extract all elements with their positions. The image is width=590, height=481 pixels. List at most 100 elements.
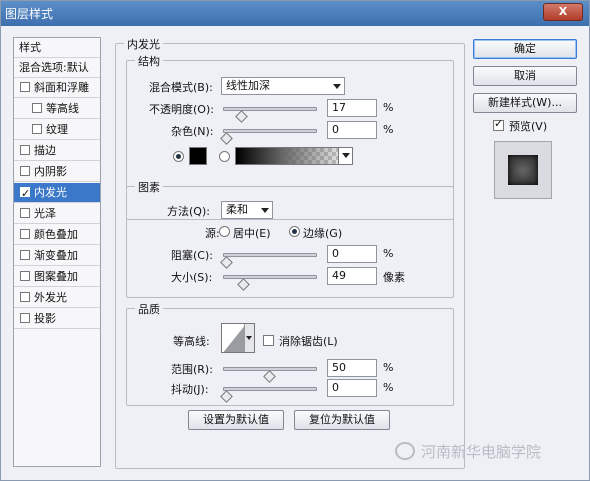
style-item[interactable]: 渐变叠加: [14, 246, 100, 266]
choke-percent: %: [383, 247, 394, 260]
noise-percent: %: [383, 123, 394, 136]
size-unit: 像素: [383, 271, 405, 284]
style-item-label: 光泽: [34, 207, 56, 220]
style-item[interactable]: 光泽: [14, 204, 100, 224]
wechat-icon: [395, 442, 415, 460]
style-preview: [494, 141, 552, 199]
choke-slider-thumb[interactable]: [220, 256, 233, 269]
style-item-label: 等高线: [46, 102, 79, 115]
style-item-label: 渐变叠加: [34, 249, 78, 262]
chevron-down-icon[interactable]: [244, 324, 254, 352]
preview-label[interactable]: 预览(V): [509, 118, 547, 134]
watermark-text: 河南新华电脑学院: [421, 443, 542, 461]
opacity-percent: %: [383, 101, 394, 114]
jitter-slider[interactable]: [220, 387, 317, 403]
contour-picker[interactable]: [221, 323, 255, 353]
jitter-label: 抖动(J):: [171, 383, 209, 396]
style-item-label: 颜色叠加: [34, 228, 78, 241]
style-item[interactable]: 颜色叠加: [14, 225, 100, 245]
new-style-button[interactable]: 新建样式(W)...: [473, 93, 577, 113]
choke-slider[interactable]: [220, 253, 317, 269]
style-item-label: 内阴影: [34, 165, 67, 178]
reset-default-button[interactable]: 复位为默认值: [294, 410, 390, 430]
style-item-checkbox[interactable]: [20, 313, 30, 323]
style-item-label: 斜面和浮雕: [34, 81, 89, 94]
choke-input[interactable]: 0: [327, 245, 377, 263]
style-item-label: 内发光: [34, 186, 67, 199]
style-item-checkbox[interactable]: [20, 184, 30, 202]
blend-mode-select[interactable]: 线性加深: [221, 77, 345, 95]
style-item-checkbox[interactable]: [20, 208, 30, 218]
noise-slider[interactable]: [220, 129, 317, 145]
opacity-slider[interactable]: [223, 107, 317, 123]
style-item-checkbox[interactable]: [20, 145, 30, 155]
style-item[interactable]: 内阴影: [14, 162, 100, 182]
elements-group: 图素 方法(Q): 柔和 源: 居中(E) 边缘(G) 阻塞(C): 0 % 大…: [126, 179, 454, 298]
noise-label: 杂色(N):: [171, 125, 214, 138]
noise-input[interactable]: 0: [327, 121, 377, 139]
style-item[interactable]: 纹理: [14, 120, 100, 140]
inner-glow-group: 内发光 结构 混合模式(B): 线性加深 不透明度(O): 17 % 杂色(N)…: [115, 36, 465, 469]
contour-curve-icon: [223, 324, 246, 352]
close-button[interactable]: X: [543, 3, 583, 21]
make-default-button[interactable]: 设置为默认值: [188, 410, 284, 430]
size-input[interactable]: 49: [327, 267, 377, 285]
size-slider[interactable]: [223, 275, 317, 291]
source-center-label[interactable]: 居中(E): [233, 225, 271, 241]
styles-list: 样式 混合选项:默认 斜面和浮雕等高线纹理描边内阴影内发光光泽颜色叠加渐变叠加图…: [13, 37, 101, 467]
style-item-checkbox[interactable]: [32, 124, 42, 134]
range-label: 范围(R):: [171, 363, 213, 376]
chevron-down-icon: [333, 84, 341, 89]
cancel-button[interactable]: 取消: [473, 66, 577, 86]
style-item-checkbox[interactable]: [20, 229, 30, 239]
blend-mode-value: 线性加深: [226, 79, 270, 92]
gradient-picker[interactable]: [235, 147, 353, 165]
range-percent: %: [383, 361, 394, 374]
style-item-checkbox[interactable]: [32, 103, 42, 113]
range-slider[interactable]: [223, 367, 317, 383]
chevron-down-icon[interactable]: [338, 148, 352, 164]
opacity-slider-thumb[interactable]: [234, 110, 248, 123]
jitter-input[interactable]: 0: [327, 379, 377, 397]
style-item[interactable]: 图案叠加: [14, 267, 100, 287]
source-center-radio[interactable]: [219, 226, 230, 237]
ok-button[interactable]: 确定: [473, 39, 577, 59]
range-input[interactable]: 50: [327, 359, 377, 377]
blend-options-item[interactable]: 混合选项:默认: [14, 58, 100, 78]
jitter-slider-thumb[interactable]: [220, 390, 233, 403]
style-item[interactable]: 内发光: [14, 183, 100, 203]
window-title: 图层样式: [5, 7, 54, 21]
style-item-checkbox[interactable]: [20, 250, 30, 260]
range-slider-thumb[interactable]: [263, 370, 276, 383]
choke-label: 阻塞(C):: [171, 249, 213, 262]
preview-checkbox[interactable]: [493, 117, 504, 131]
size-slider-thumb[interactable]: [236, 278, 250, 291]
styles-header[interactable]: 样式: [14, 38, 100, 58]
size-label: 大小(S):: [171, 271, 213, 284]
style-item-checkbox[interactable]: [20, 271, 30, 281]
source-edge-radio[interactable]: [289, 226, 300, 237]
anti-alias-label[interactable]: 消除锯齿(L): [279, 333, 338, 349]
opacity-input[interactable]: 17: [327, 99, 377, 117]
gradient-radio[interactable]: [219, 151, 230, 162]
watermark: 河南新华电脑学院: [395, 441, 541, 462]
method-select[interactable]: 柔和: [221, 201, 273, 219]
solid-color-radio[interactable]: [173, 151, 184, 162]
style-item[interactable]: 等高线: [14, 99, 100, 119]
style-item[interactable]: 外发光: [14, 288, 100, 308]
style-item-checkbox[interactable]: [20, 166, 30, 176]
noise-slider-thumb[interactable]: [220, 132, 233, 145]
quality-title: 品质: [135, 301, 163, 317]
source-label: 源:: [205, 227, 220, 240]
chevron-down-icon: [261, 208, 269, 213]
inner-glow-title: 内发光: [124, 36, 163, 52]
style-item[interactable]: 斜面和浮雕: [14, 78, 100, 98]
style-item-checkbox[interactable]: [20, 82, 30, 92]
style-item[interactable]: 投影: [14, 309, 100, 329]
glow-color-swatch[interactable]: [189, 147, 207, 165]
style-item[interactable]: 描边: [14, 141, 100, 161]
source-edge-label[interactable]: 边缘(G): [303, 225, 342, 241]
style-item-label: 外发光: [34, 291, 67, 304]
anti-alias-checkbox[interactable]: [263, 335, 274, 346]
style-item-checkbox[interactable]: [20, 292, 30, 302]
